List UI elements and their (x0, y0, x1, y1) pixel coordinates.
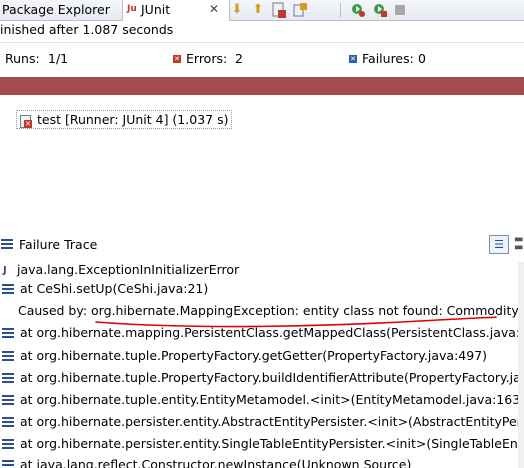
filter-stack-trace-button[interactable]: ☰ (489, 235, 509, 254)
junit-tab-label: JUnit (141, 2, 171, 17)
trace-line-text: at org.hibernate.mapping.PersistentClass… (20, 325, 524, 340)
failure-trace-header: Failure Trace ☰ ▬ ▬ (0, 235, 524, 255)
trace-line-text: at java.lang.reflect.Constructor.newInst… (20, 457, 412, 468)
failures-label: Failures: (362, 51, 414, 66)
tab-package-explorer[interactable]: Package Explorer (0, 0, 110, 20)
compare-results-icon[interactable]: ▬ ▬ (514, 235, 523, 253)
tab-junit[interactable]: Ju JUnit ✕ (122, 0, 230, 21)
trace-line[interactable]: at java.lang.reflect.Constructor.newInst… (0, 455, 524, 468)
test-tree-item[interactable]: ✕ test [Runner: JUnit 4] (1.037 s) (16, 110, 233, 129)
stack-frame-icon (2, 351, 14, 361)
runs-label: Runs: (5, 51, 40, 66)
next-failure-icon[interactable]: ⬇ (229, 2, 245, 18)
error-icon: ✕ (173, 55, 181, 63)
errors-value: 2 (235, 51, 243, 66)
stop-icon[interactable] (392, 2, 408, 18)
divider (0, 42, 524, 43)
rerun-test-icon[interactable] (350, 2, 366, 18)
toolbar-separator (340, 3, 341, 17)
scroll-lock-icon[interactable] (292, 2, 308, 18)
stack-frame-icon (2, 417, 14, 427)
trace-line-text: java.lang.ExceptionInInitializerError (17, 262, 240, 277)
trace-line[interactable]: at org.hibernate.persister.entity.Abstra… (0, 412, 524, 432)
previous-failure-icon[interactable]: ⬆ (250, 2, 266, 18)
test-error-icon: ✕ (19, 114, 33, 128)
stack-frame-icon (2, 439, 14, 449)
stack-frame-icon (2, 284, 14, 294)
junit-icon: Ju (127, 4, 137, 14)
trace-line[interactable]: at org.hibernate.persister.entity.Single… (0, 434, 524, 454)
errors-label: Errors: (186, 51, 228, 66)
stack-frame-icon (2, 328, 14, 338)
trace-line[interactable]: at org.hibernate.tuple.PropertyFactory.b… (0, 368, 524, 388)
trace-line[interactable]: at org.hibernate.tuple.entity.EntityMeta… (0, 390, 524, 410)
stack-trace-icon (1, 239, 13, 249)
vertical-scrollbar[interactable] (518, 262, 524, 468)
failure-icon: ✕ (349, 55, 357, 63)
trace-line-text: Caused by: org.hibernate.MappingExceptio… (18, 303, 519, 318)
close-tab-icon[interactable]: ✕ (209, 0, 219, 19)
show-failures-only-icon[interactable] (271, 2, 287, 18)
stack-frame-icon (2, 373, 14, 383)
failure-trace-title: Failure Trace (19, 237, 98, 252)
trace-line-exception[interactable]: J java.lang.ExceptionInInitializerError (0, 260, 524, 280)
trace-line[interactable]: at org.hibernate.tuple.PropertyFactory.g… (0, 346, 524, 366)
exception-icon: J (3, 265, 7, 276)
package-explorer-tab-label: Package Explorer (2, 2, 110, 17)
stack-frame-icon (2, 395, 14, 405)
failures-value: 0 (418, 51, 426, 66)
trace-line[interactable]: at CeShi.setUp(CeShi.java:21) (0, 279, 524, 299)
test-progress-bar (0, 77, 524, 95)
test-tree-item-label: test [Runner: JUnit 4] (1.037 s) (36, 112, 229, 127)
trace-line-text: at org.hibernate.persister.entity.Single… (20, 436, 524, 451)
run-status-text: inished after 1.087 seconds (0, 22, 174, 37)
trace-line-caused-by[interactable]: Caused by: org.hibernate.MappingExceptio… (0, 301, 524, 321)
trace-line-text: at org.hibernate.tuple.entity.EntityMeta… (20, 392, 524, 407)
stack-frame-icon (2, 460, 14, 468)
trace-line-text: at org.hibernate.tuple.PropertyFactory.b… (20, 370, 524, 385)
runs-value: 1/1 (48, 51, 69, 66)
view-tab-bar: Package Explorer Ju JUnit ✕ ⬇ ⬆ (0, 0, 524, 21)
trace-line[interactable]: at org.hibernate.mapping.PersistentClass… (0, 323, 524, 343)
trace-line-text: at CeShi.setUp(CeShi.java:21) (20, 281, 209, 296)
rerun-failed-first-icon[interactable] (372, 2, 388, 18)
trace-line-text: at org.hibernate.persister.entity.Abstra… (20, 414, 524, 429)
trace-line-text: at org.hibernate.tuple.PropertyFactory.g… (20, 348, 488, 363)
test-counters: Runs: 1/1 ✕ Errors: 2 ✕ Failures: 0 (0, 51, 524, 69)
